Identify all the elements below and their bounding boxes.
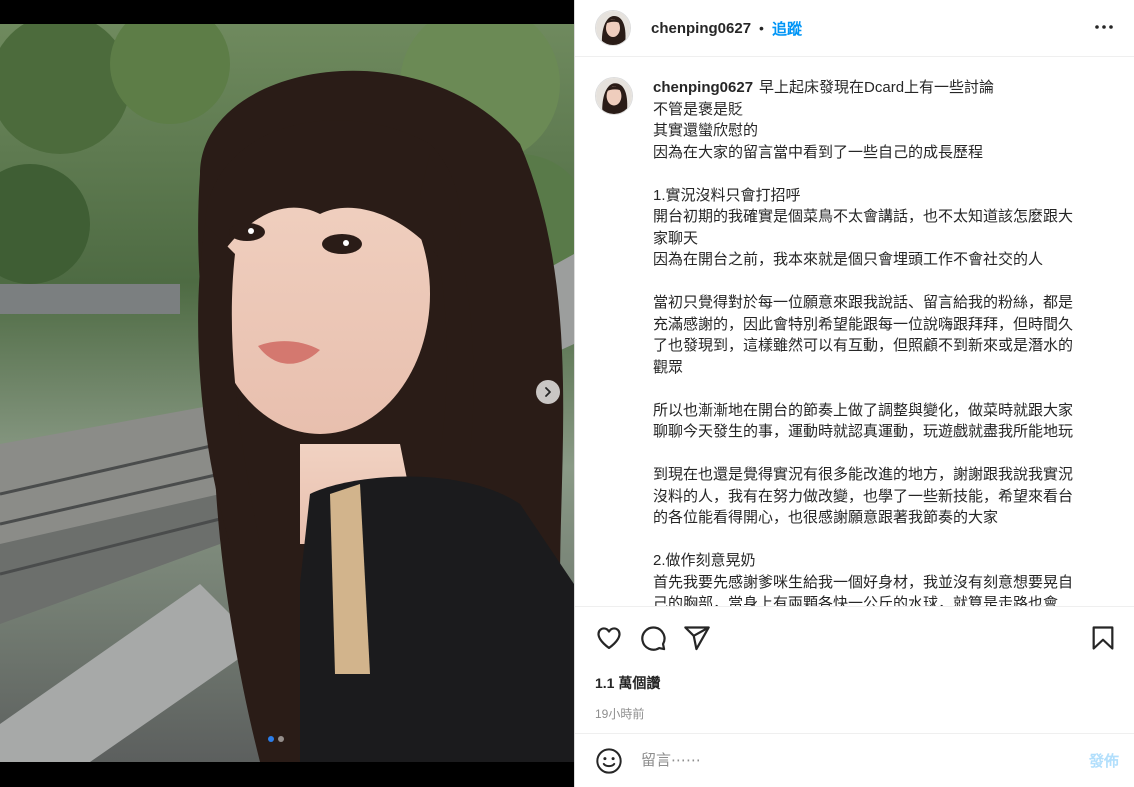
avatar[interactable] (595, 77, 633, 115)
header-username[interactable]: chenping0627 (651, 20, 751, 37)
caption-username[interactable]: chenping0627 (653, 79, 753, 96)
caption-line: 己的胸部，當身上有兩顆各快一公斤的水球，就算是走路也會 (653, 595, 1059, 606)
caption-line: 當初只覺得對於每一位願意來跟我說話、留言給我的粉絲，都是 (653, 294, 1074, 311)
caption-line: 聊聊今天發生的事，運動時就認真運動，玩遊戲就盡我所能地玩 (653, 423, 1074, 440)
caption-line: 的各位能看得開心，也很感謝願意跟著我節奏的大家 (653, 509, 999, 526)
carousel-indicator (268, 736, 284, 742)
avatar-image (596, 78, 632, 114)
photo-illustration (0, 24, 574, 762)
caption-line: 因為在大家的留言當中看到了一些自己的成長歷程 (653, 143, 984, 161)
caption-scroll-area[interactable]: chenping0627 早上起床發現在Dcard上有一些討論 不管是褒是貶 其實還… (575, 61, 1134, 606)
bookmark-icon[interactable] (1089, 624, 1117, 652)
carousel-dot (268, 736, 274, 742)
comment-form: 發佈 (575, 733, 1134, 787)
avatar-image (596, 11, 630, 45)
caption-first-line: 早上起床發現在Dcard上有一些討論 (759, 79, 995, 96)
post-media (0, 0, 574, 787)
smiley-icon[interactable] (595, 747, 623, 775)
caption-line: 1.實況沒料只會打招呼 (653, 186, 801, 204)
caption-text: chenping0627 早上起床發現在Dcard上有一些討論 不管是褒是貶 其實還… (653, 77, 1095, 606)
post-side-panel: chenping0627 • 追蹤 chenping0627 早上起床發現在Dca… (574, 0, 1134, 787)
caption-line: 家聊天 (653, 229, 699, 247)
carousel-next-button[interactable] (536, 380, 560, 404)
more-horizontal-icon[interactable] (1092, 15, 1116, 39)
likes-count[interactable]: 1.1 萬個讚 (575, 653, 1134, 693)
caption-line: 因為在開台之前，我本來就是個只會埋頭工作不會社交的人 (653, 251, 1044, 268)
caption-line: 2.做作刻意晃奶 (653, 552, 756, 569)
heart-icon[interactable] (595, 624, 623, 652)
post-photo (0, 24, 574, 762)
paper-plane-icon[interactable] (683, 624, 711, 652)
caption-line: 觀眾 (653, 358, 684, 376)
carousel-dot (278, 736, 284, 742)
caption-line: 到現在也還是覺得實況有很多能改進的地方，謝謝跟我說我實況 (653, 466, 1074, 483)
chevron-right-icon (545, 387, 551, 397)
comment-bubble-icon[interactable] (639, 624, 667, 652)
caption-line: 了也發現到，這樣雖然可以有互動，但照顧不到新來或是潛水的 (653, 337, 1074, 354)
separator-dot: • (759, 20, 764, 36)
caption-line: 沒料的人，我有在努力做改變，也學了一些新技能，希望來看台 (653, 487, 1074, 505)
caption-line: 所以也漸漸地在開台的節奏上做了調整與變化，做菜時就跟大家 (653, 401, 1074, 419)
caption-line: 充滿感謝的，因此會特別希望能跟每一位說嗨跟拜拜，但時間久 (653, 315, 1074, 333)
avatar[interactable] (595, 10, 631, 46)
post-actions: 1.1 萬個讚 19小時前 (575, 606, 1134, 722)
follow-button[interactable]: 追蹤 (772, 18, 802, 39)
post-header: chenping0627 • 追蹤 (575, 0, 1134, 57)
caption-line: 不管是褒是貶 (653, 100, 744, 118)
post-comment-button[interactable]: 發佈 (1089, 750, 1119, 771)
caption-line: 其實還蠻欣慰的 (653, 122, 759, 139)
post-timestamp[interactable]: 19小時前 (575, 693, 1134, 722)
caption: chenping0627 早上起床發現在Dcard上有一些討論 不管是褒是貶 其實還… (575, 61, 1134, 606)
comment-input[interactable] (639, 751, 1089, 770)
action-bar (575, 607, 1134, 653)
caption-line: 開台初期的我確實是個菜鳥不太會講話，也不太知道該怎麼跟大 (653, 208, 1074, 225)
caption-line: 首先我要先感謝爹咪生給我一個好身材，我並沒有刻意想要晃自 (653, 573, 1074, 591)
caption-lines: 不管是褒是貶 其實還蠻欣慰的因為在大家的留言當中看到了一些自己的成長歷程 1.實況沒… (653, 99, 1095, 607)
